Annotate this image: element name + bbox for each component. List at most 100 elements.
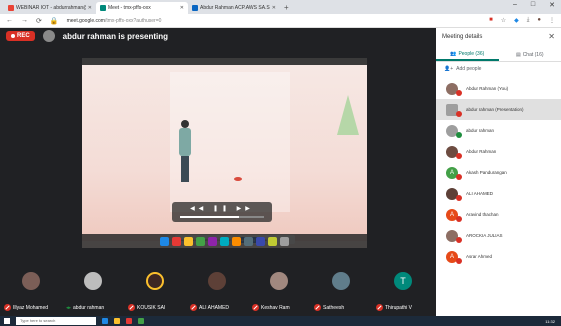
list-item[interactable]: abdur rahman — [436, 120, 561, 141]
list-item[interactable]: A Asrar Ahmed — [436, 246, 561, 267]
browser-tab-webinar[interactable]: WEBINAR IOT - abdurrahman@... ✕ — [4, 2, 96, 14]
tile-label: Keshav Ram — [252, 304, 290, 311]
app-icon[interactable] — [126, 318, 132, 324]
close-window-button[interactable]: ✕ — [549, 1, 555, 9]
avatar: A — [446, 166, 462, 180]
windows-start-icon[interactable] — [4, 318, 10, 324]
tab-people-label: People (36) — [458, 50, 485, 57]
list-item[interactable]: AROCKIA JULIAS — [436, 225, 561, 246]
tile-label: Thirupathi V — [376, 304, 412, 311]
participant-tile[interactable]: Satheesh — [310, 266, 372, 316]
participant-tile[interactable]: ALI AHAMED — [186, 266, 248, 316]
browser-tab-meet[interactable]: Meet - tmx-pffs-oxx ✕ — [96, 2, 188, 14]
rec-label: REC — [17, 33, 30, 39]
meeting-details-panel: Meeting details ✕ 👥 People (36) ▤ Chat (… — [436, 28, 561, 316]
taskbar-search-input[interactable]: Type here to search — [16, 317, 96, 325]
tile-label: ◂▸ abdur rahman — [66, 305, 104, 311]
character-head — [181, 120, 189, 128]
person-name: Akash Pandurangan — [466, 170, 507, 175]
close-tab-icon[interactable]: ✕ — [180, 5, 184, 11]
url-field[interactable]: meet.google.com/tmx-pffs-oxx?authuser=0 — [67, 18, 481, 24]
avatar-initial: A — [449, 253, 454, 260]
mic-off-icon — [456, 89, 462, 96]
playback-buttons[interactable]: ◀◀ ❚❚ ▶▶ — [172, 205, 272, 212]
browser-tab-linkedin[interactable]: Abdur Rahman ACP.AWS SA.SC... ✕ — [188, 2, 280, 14]
star-icon[interactable]: ☆ — [501, 17, 506, 24]
person-name: Abdur Rahman — [466, 149, 497, 154]
app-icon[interactable] — [114, 318, 120, 324]
participant-tile[interactable]: Keshav Ram — [248, 266, 310, 316]
maximize-button[interactable]: □ — [531, 1, 535, 9]
app-icon — [268, 236, 277, 246]
mic-off-icon — [314, 304, 321, 311]
shared-screen-menubar — [82, 58, 367, 65]
tile-label: ALI AHAMED — [190, 304, 229, 311]
reload-icon[interactable]: ⟳ — [36, 17, 42, 25]
chrome-icon[interactable] — [138, 318, 144, 324]
new-tab-button[interactable]: + — [284, 2, 289, 14]
tile-label: Satheesh — [314, 304, 344, 311]
tab-chat[interactable]: ▤ Chat (16) — [499, 48, 561, 61]
add-person-icon: 👤+ — [444, 66, 454, 72]
camera-icon[interactable]: ■ — [489, 17, 493, 24]
profile-avatar[interactable]: ● — [537, 17, 541, 24]
participant-tile[interactable]: ◂▸ abdur rahman — [62, 266, 124, 316]
list-item[interactable]: A Akash Pandurangan — [436, 162, 561, 183]
tab-label: Meet - tmx-pffs-oxx — [108, 5, 151, 11]
participant-name: KOUSIK SAI — [137, 304, 166, 311]
app-icon — [256, 236, 265, 246]
avatar-initial: A — [449, 211, 454, 218]
participant-name: Satheesh — [323, 304, 345, 311]
minimize-button[interactable]: – — [513, 1, 517, 9]
url-path: /tmx-pffs-oxx?authuser=0 — [104, 17, 162, 24]
tab-people[interactable]: 👥 People (36) — [436, 48, 499, 61]
download-icon[interactable]: ⤓ — [527, 17, 530, 24]
participant-tile[interactable]: T Thirupathi V — [372, 266, 434, 316]
list-item[interactable]: A Aravind thachan — [436, 204, 561, 225]
list-item[interactable]: ALI AHAMED — [436, 183, 561, 204]
app-icon — [172, 236, 181, 246]
extension-icon[interactable]: ◆ — [514, 17, 519, 24]
close-tab-icon[interactable]: ✕ — [272, 5, 276, 11]
list-item[interactable]: Abdur Rahman — [436, 141, 561, 162]
window-controls: – □ ✕ — [513, 1, 555, 9]
back-icon[interactable]: ← — [6, 17, 13, 24]
forward-icon[interactable]: → — [21, 17, 28, 24]
avatar — [208, 272, 226, 290]
chat-icon: ▤ — [515, 51, 521, 58]
person-name: abdur rahman — [466, 128, 495, 133]
avatar — [446, 124, 462, 138]
app-icon — [196, 236, 205, 246]
mic-off-icon — [456, 194, 462, 201]
add-people-button[interactable]: 👤+ Add people — [444, 66, 481, 72]
url-host: meet.google.com — [66, 17, 105, 24]
participant-tile[interactable]: KOUSIK SAI — [124, 266, 186, 316]
close-icon[interactable]: ✕ — [548, 32, 555, 41]
avatar — [446, 187, 462, 201]
media-player-controls[interactable]: ◀◀ ❚❚ ▶▶ — [172, 202, 272, 222]
menu-icon[interactable]: ⋮ — [549, 17, 555, 24]
shared-screen[interactable]: ◀◀ ❚❚ ▶▶ meet.google.com is sharing your… — [82, 58, 367, 248]
lock-icon: 🔒 — [49, 17, 59, 25]
avatar: A — [446, 250, 462, 264]
avatar — [146, 272, 164, 290]
presenter-label: abdur rahman is presenting — [62, 31, 169, 41]
meeting-topbar: REC abdur rahman is presenting — [0, 28, 436, 44]
avatar — [446, 145, 462, 159]
speaking-icon — [456, 131, 462, 138]
list-item[interactable]: Abdur Rahman (You) — [436, 78, 561, 99]
list-item[interactable]: abdur rahman (Presentation) — [436, 99, 561, 120]
tab-label: Abdur Rahman ACP.AWS SA.SC... — [200, 5, 270, 11]
person-name: Abdur Rahman (You) — [466, 86, 509, 91]
avatar — [84, 272, 102, 290]
person-name: Asrar Ahmed — [466, 254, 493, 259]
close-tab-icon[interactable]: ✕ — [88, 5, 92, 11]
seek-bar[interactable] — [180, 216, 264, 218]
mic-off-icon — [190, 304, 197, 311]
meet-icon — [100, 5, 106, 11]
app-icon[interactable] — [102, 318, 108, 324]
participant-tile[interactable]: Illyaz Mohamed — [0, 266, 62, 316]
mic-off-icon — [376, 304, 383, 311]
panel-title: Meeting details — [442, 33, 483, 40]
video-scene: ◀◀ ❚❚ ▶▶ meet.google.com is sharing your… — [82, 65, 367, 244]
